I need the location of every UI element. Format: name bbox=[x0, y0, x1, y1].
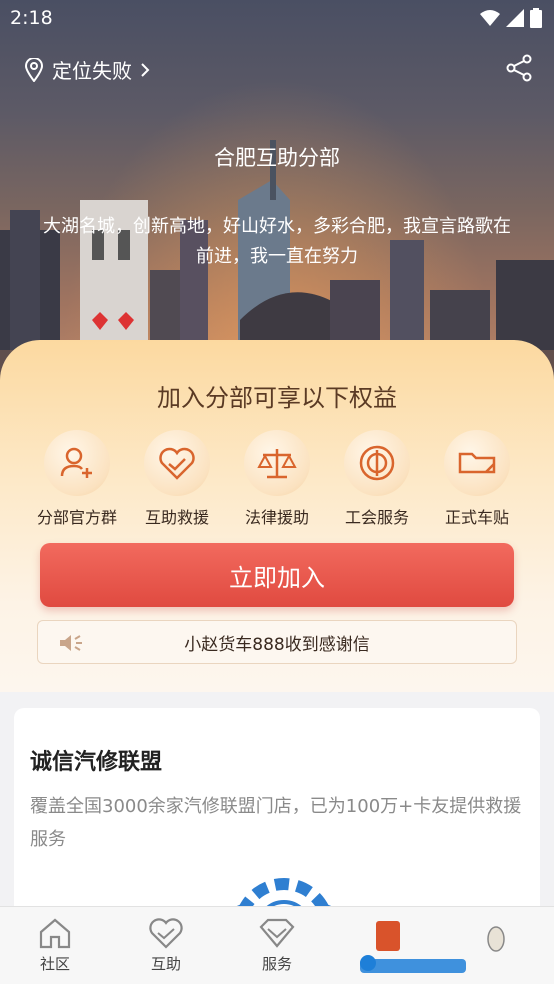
heart-handshake-icon bbox=[159, 447, 195, 480]
scale-icon bbox=[257, 449, 297, 479]
location-pin-icon bbox=[24, 57, 44, 82]
speaker-icon bbox=[60, 635, 82, 651]
benefit-label: 法律援助 bbox=[244, 508, 309, 527]
card-description: 覆盖全国3000余家汽修联盟门店，已为100万+卡友提供救援服务 bbox=[30, 796, 522, 850]
benefit-icon-circle bbox=[244, 430, 310, 496]
signal-icon bbox=[506, 9, 524, 27]
diamond-icon bbox=[259, 918, 295, 948]
status-time: 2:18 bbox=[10, 7, 53, 29]
watermark-logo bbox=[360, 921, 505, 973]
union-badge-icon bbox=[359, 445, 395, 481]
chevron-right-icon bbox=[141, 62, 150, 77]
nav-services[interactable]: 服务 bbox=[237, 917, 317, 974]
branch-description: 大湖名城，创新高地，好山好水，多彩合肥，我宣言路歌在前进，我一直在努力 bbox=[43, 216, 511, 267]
hero-banner: 2:18 定位失败 合肥互助分部 大湖名城，创新高地，好山好水，多彩合肥，我宣言… bbox=[0, 0, 554, 380]
share-icon bbox=[506, 54, 532, 82]
heart-icon bbox=[149, 918, 183, 949]
benefit-icon-circle bbox=[144, 430, 210, 496]
benefit-icon-circle bbox=[44, 430, 110, 496]
wifi-icon bbox=[480, 10, 500, 26]
app-screen: 2:18 定位失败 合肥互助分部 大湖名城，创新高地，好山好水，多彩合肥，我宣言… bbox=[0, 0, 554, 984]
benefit-label: 分部官方群 bbox=[36, 508, 117, 527]
benefits-list: 分部官方群 互助救援 法律援助 工会服务 正式车贴 bbox=[27, 430, 527, 528]
join-now-button[interactable]: 立即加入 bbox=[40, 543, 514, 607]
group-add-icon bbox=[60, 447, 92, 478]
benefit-label: 工会服务 bbox=[344, 508, 409, 527]
home-icon bbox=[39, 918, 71, 949]
branch-title: 合肥互助分部 bbox=[214, 146, 340, 170]
notice-text: 小赵货车888收到感谢信 bbox=[184, 634, 370, 655]
benefit-label: 正式车贴 bbox=[444, 508, 509, 527]
nav-mutual-aid[interactable]: 互助 bbox=[126, 917, 206, 974]
benefits-title: 加入分部可享以下权益 bbox=[157, 384, 397, 412]
battery-icon bbox=[530, 8, 542, 28]
nav-community[interactable]: 社区 bbox=[15, 917, 95, 974]
share-button[interactable] bbox=[506, 54, 532, 86]
benefit-label: 互助救援 bbox=[144, 508, 209, 527]
car-sticker-icon bbox=[458, 452, 496, 474]
status-icons bbox=[480, 8, 542, 28]
location-selector[interactable]: 定位失败 bbox=[24, 55, 150, 84]
benefit-car-sticker[interactable]: 正式车贴 bbox=[427, 430, 527, 528]
nav-label: 社区 bbox=[39, 955, 70, 973]
benefit-mutual-rescue[interactable]: 互助救援 bbox=[127, 430, 227, 528]
benefit-icon-circle bbox=[444, 430, 510, 496]
benefit-legal-aid[interactable]: 法律援助 bbox=[227, 430, 327, 528]
benefit-union-service[interactable]: 工会服务 bbox=[327, 430, 427, 528]
nav-label: 服务 bbox=[261, 955, 292, 973]
status-bar: 2:18 bbox=[0, 0, 554, 36]
bottom-navigation: 社区 互助 服务 bbox=[0, 906, 554, 984]
benefit-icon-circle bbox=[344, 430, 410, 496]
notice-bar[interactable]: 小赵货车888收到感谢信 bbox=[37, 620, 517, 664]
nav-label: 互助 bbox=[150, 955, 181, 973]
card-title: 诚信汽修联盟 bbox=[30, 750, 163, 775]
benefit-official-group[interactable]: 分部官方群 bbox=[27, 430, 127, 528]
location-label: 定位失败 bbox=[52, 59, 132, 83]
benefits-panel: 加入分部可享以下权益 分部官方群 互助救援 法律援助 工会服务 正式车贴 立即加… bbox=[0, 340, 554, 692]
